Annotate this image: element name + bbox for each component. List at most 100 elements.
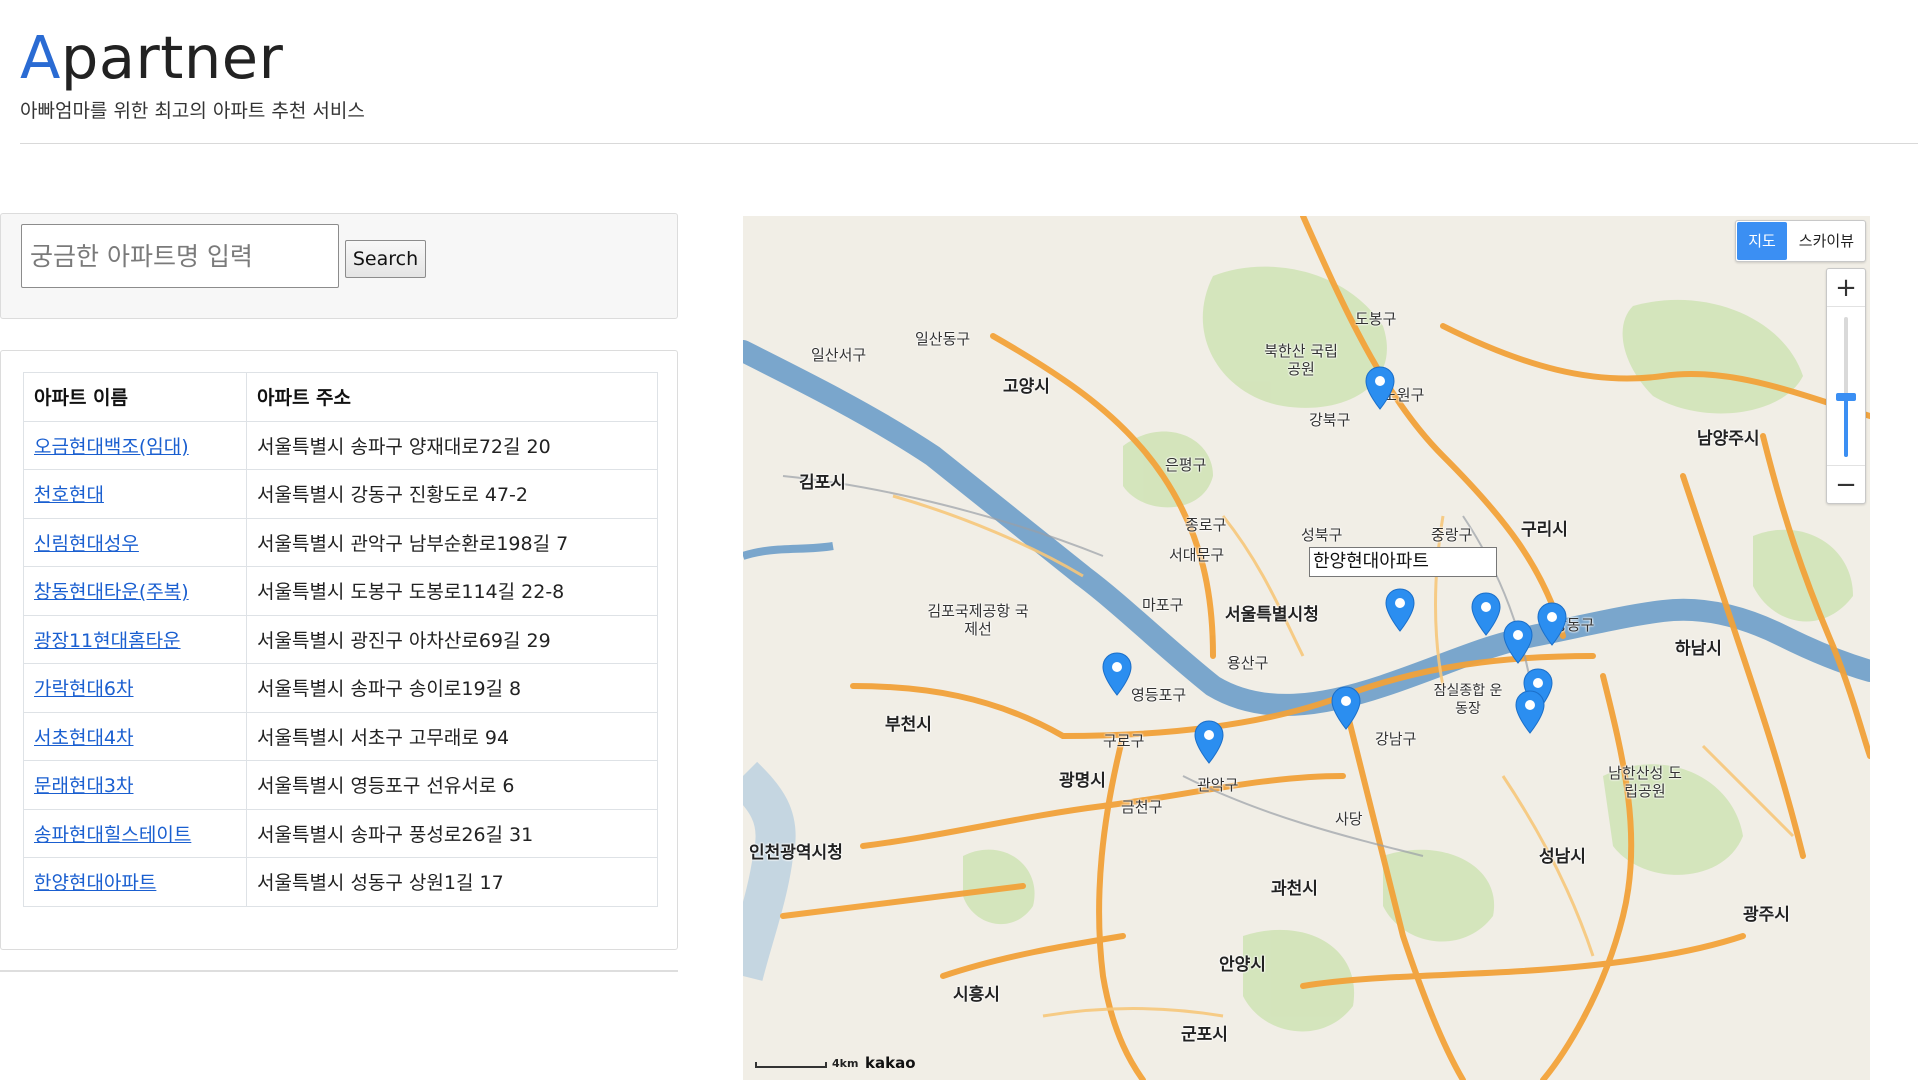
name-cell: 광장11현대홈타운 <box>23 614 247 664</box>
map-marker-icon[interactable] <box>1471 592 1501 636</box>
apartment-link[interactable]: 오금현대백조(임대) <box>34 436 189 458</box>
address-cell: 서울특별시 서초구 고무래로 94 <box>246 711 658 761</box>
map-label-jongno: 종로구 <box>1185 516 1227 534</box>
header-divider <box>20 143 1918 144</box>
map-label-goyang: 고양시 <box>1003 377 1050 397</box>
name-cell: 송파현대힐스테이트 <box>23 808 247 858</box>
map-label-mapo: 마포구 <box>1142 596 1184 614</box>
kakao-logo: kakao <box>865 1054 916 1072</box>
map-scale-text: 4km <box>832 1057 859 1070</box>
map-label-incheon-city-hall: 인천광역시청 <box>749 843 843 863</box>
apartment-link[interactable]: 가락현대6차 <box>34 678 134 700</box>
map-label-anyang: 안양시 <box>1219 955 1266 975</box>
map-label-seoul-city-hall: 서울특별시청 <box>1225 605 1319 625</box>
map-marker-icon[interactable] <box>1515 690 1545 734</box>
map-type-map-button[interactable]: 지도 <box>1737 222 1787 260</box>
bottom-divider <box>0 970 678 972</box>
name-cell: 한양현대아파트 <box>23 857 247 907</box>
brand-initial: A <box>20 23 61 92</box>
map-marker-icon[interactable] <box>1365 366 1395 410</box>
map-label-gangbuk: 강북구 <box>1309 411 1351 429</box>
map-view[interactable]: 서울특별시청 고양시 김포시 구리시 남양주시 하남시 광명시 부천시 인천광역… <box>743 216 1870 1080</box>
name-cell: 신림현대성우 <box>23 517 247 567</box>
search-input[interactable] <box>21 224 339 288</box>
zoom-slider-fill <box>1844 399 1848 457</box>
map-label-ilsanseo: 일산서구 <box>811 346 867 364</box>
address-cell: 서울특별시 송파구 송이로19길 8 <box>246 663 658 713</box>
map-label-gwangju: 광주시 <box>1743 905 1790 925</box>
map-scale-bar <box>755 1062 827 1068</box>
map-label-guro: 구로구 <box>1103 732 1145 750</box>
map-label-gwacheon: 과천시 <box>1271 879 1318 899</box>
map-label-siheung: 시흥시 <box>953 985 1000 1005</box>
address-cell: 서울특별시 성동구 상원1길 17 <box>246 857 658 907</box>
map-marker-icon[interactable] <box>1331 686 1361 730</box>
address-cell: 서울특별시 관악구 남부순환로198길 7 <box>246 517 658 567</box>
search-button[interactable]: Search <box>345 240 426 278</box>
map-label-bucheon: 부천시 <box>885 715 932 735</box>
address-cell: 서울특별시 도봉구 도봉로114길 22-8 <box>246 566 658 616</box>
map-label-ilsandong: 일산동구 <box>915 330 971 348</box>
apartment-link[interactable]: 광장11현대홈타운 <box>34 630 181 652</box>
map-type-toggle: 지도 스카이뷰 <box>1735 220 1866 262</box>
apartment-link[interactable]: 서초현대4차 <box>34 727 134 749</box>
apartment-link[interactable]: 천호현대 <box>34 484 104 506</box>
map-label-hanam: 하남시 <box>1675 639 1722 659</box>
apartment-list-panel: 아파트 이름 아파트 주소 오금현대백조(임대) 서울특별시 송파구 양재대로72… <box>0 350 678 950</box>
brand-logo: Apartner <box>20 22 283 94</box>
name-cell: 서초현대4차 <box>23 711 247 761</box>
table-row: 가락현대6차 서울특별시 송파구 송이로19길 8 <box>23 663 658 713</box>
map-label-sadang: 사당 <box>1335 810 1363 828</box>
map-marker-icon[interactable] <box>1385 588 1415 632</box>
map-label-dobong: 도봉구 <box>1355 310 1397 328</box>
table-row: 오금현대백조(임대) 서울특별시 송파구 양재대로72길 20 <box>23 420 658 470</box>
marker-info-label: 한양현대아파트 <box>1309 547 1497 577</box>
map-label-namyangju: 남양주시 <box>1697 429 1760 449</box>
name-cell: 오금현대백조(임대) <box>23 420 247 470</box>
table-row: 문래현대3차 서울특별시 영등포구 선유서로 6 <box>23 760 658 810</box>
table-row: 광장11현대홈타운 서울특별시 광진구 아차산로69길 29 <box>23 614 658 664</box>
name-cell: 가락현대6차 <box>23 663 247 713</box>
map-type-skyview-button[interactable]: 스카이뷰 <box>1788 221 1865 261</box>
map-label-bukhansan: 북한산 국립공원 <box>1264 342 1338 378</box>
address-cell: 서울특별시 송파구 양재대로72길 20 <box>246 420 658 470</box>
name-cell: 문래현대3차 <box>23 760 247 810</box>
table-row: 서초현대4차 서울특별시 서초구 고무래로 94 <box>23 711 658 761</box>
map-marker-icon[interactable] <box>1537 602 1567 646</box>
zoom-out-button[interactable]: − <box>1827 465 1865 503</box>
map-marker-icon[interactable] <box>1503 620 1533 664</box>
map-label-eunpyeong: 은평구 <box>1165 456 1207 474</box>
search-panel: Search <box>0 213 678 319</box>
apartment-link[interactable]: 신림현대성우 <box>34 533 139 555</box>
map-marker-icon[interactable] <box>1194 720 1224 764</box>
table-header-row: 아파트 이름 아파트 주소 <box>23 372 658 422</box>
map-label-seongbuk: 성북구 <box>1301 526 1343 544</box>
apartment-link[interactable]: 한양현대아파트 <box>34 872 156 894</box>
map-label-yongsan: 용산구 <box>1227 654 1269 672</box>
map-label-jungnang: 중랑구 <box>1431 526 1473 544</box>
address-cell: 서울특별시 광진구 아차산로69길 29 <box>246 614 658 664</box>
address-cell: 서울특별시 강동구 진황도로 47-2 <box>246 469 658 519</box>
map-marker-icon[interactable] <box>1102 652 1132 696</box>
map-label-gwangmyeong: 광명시 <box>1059 771 1106 791</box>
column-header-address: 아파트 주소 <box>246 372 658 422</box>
zoom-in-button[interactable]: + <box>1827 269 1865 307</box>
map-label-guri: 구리시 <box>1521 520 1568 540</box>
name-cell: 천호현대 <box>23 469 247 519</box>
apartment-link[interactable]: 송파현대힐스테이트 <box>34 824 191 846</box>
table-row: 창동현대타운(주복) 서울특별시 도봉구 도봉로114길 22-8 <box>23 566 658 616</box>
table-row: 한양현대아파트 서울특별시 성동구 상원1길 17 <box>23 857 658 907</box>
address-cell: 서울특별시 영등포구 선유서로 6 <box>246 760 658 810</box>
brand-name: partner <box>60 23 284 92</box>
address-cell: 서울특별시 송파구 풍성로26길 31 <box>246 808 658 858</box>
apartment-link[interactable]: 창동현대타운(주복) <box>34 581 189 603</box>
table-row: 송파현대힐스테이트 서울특별시 송파구 풍성로26길 31 <box>23 808 658 858</box>
map-label-geumcheon: 금천구 <box>1121 798 1163 816</box>
table-row: 천호현대 서울특별시 강동구 진황도로 47-2 <box>23 469 658 519</box>
name-cell: 창동현대타운(주복) <box>23 566 247 616</box>
map-label-namhansanseong: 남한산성 도립공원 <box>1608 764 1682 800</box>
apartment-link[interactable]: 문래현대3차 <box>34 775 134 797</box>
map-label-yeongdeungpo: 영등포구 <box>1131 686 1187 704</box>
zoom-slider-handle[interactable] <box>1836 393 1856 401</box>
map-label-seongnam: 성남시 <box>1539 847 1586 867</box>
